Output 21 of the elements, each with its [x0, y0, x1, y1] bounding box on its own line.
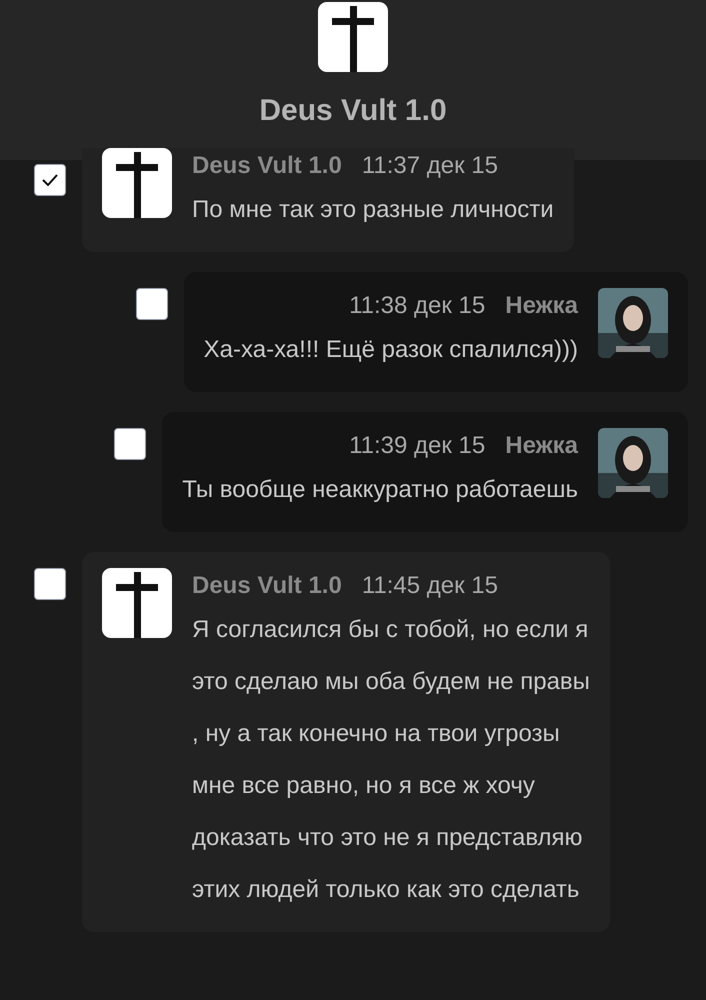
- message-text: Я согласился бы с тобой, но если я это сделаю мы оба будем не правы , ну а так конечно на твои угрозы мне все равно, но я все ж хочу доказать что это не я представляю этих людей только как это сделать: [192, 615, 590, 905]
- message-time: 11:37 дек 15: [362, 151, 498, 181]
- checkbox[interactable]: [34, 164, 66, 196]
- message-text: Ты вообще неаккуратно работаешь: [182, 475, 578, 505]
- chat-title: Deus Vult 1.0: [259, 93, 447, 129]
- checkbox[interactable]: [136, 288, 168, 320]
- message-time: 11:38 дек 15: [349, 291, 486, 321]
- message-text: По мне так это разные личности: [192, 195, 554, 225]
- cross-icon: [102, 568, 172, 638]
- author-name: Deus Vult 1.0: [192, 571, 342, 601]
- message-time: 11:39 дек 15: [349, 431, 486, 461]
- author-name: Нежка: [505, 431, 578, 461]
- checkbox[interactable]: [34, 568, 66, 600]
- message-text: Ха-ха-ха!!! Ещё разок спалился))): [204, 335, 578, 365]
- author-name: Deus Vult 1.0: [192, 151, 342, 181]
- checkmark-icon: [42, 174, 58, 186]
- cross-icon: [318, 2, 388, 72]
- checkbox[interactable]: [114, 428, 146, 460]
- message-time: 11:45 дек 15: [362, 571, 498, 601]
- cross-icon: [102, 148, 172, 218]
- author-name: Нежка: [505, 291, 578, 321]
